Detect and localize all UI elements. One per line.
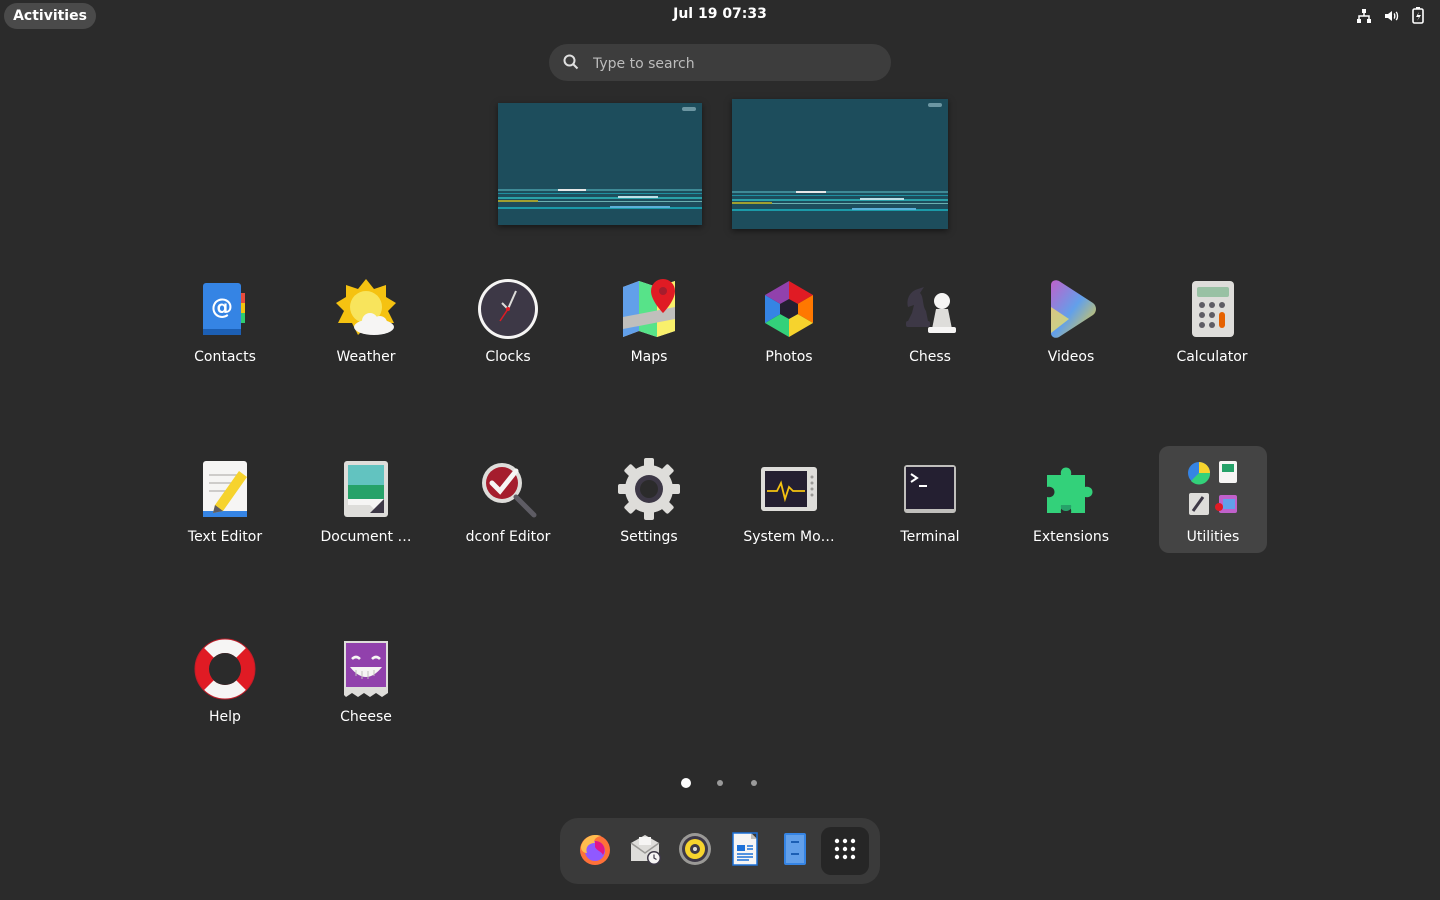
document-viewer-icon bbox=[334, 457, 398, 521]
cheese-icon bbox=[334, 637, 398, 701]
clocks-icon bbox=[476, 277, 540, 341]
app-label: Calculator bbox=[1176, 349, 1248, 365]
app-dconf-editor[interactable]: dconf Editor bbox=[454, 446, 562, 553]
show-apps-button[interactable] bbox=[821, 827, 869, 875]
app-label: Maps bbox=[630, 349, 668, 365]
workspace-logo bbox=[928, 103, 942, 107]
battery-icon[interactable] bbox=[1412, 7, 1424, 24]
app-label: Terminal bbox=[900, 529, 960, 545]
videos-icon bbox=[1039, 277, 1103, 341]
clock-button[interactable]: Jul 19 07:33 bbox=[673, 6, 767, 22]
rhythmbox-icon bbox=[677, 831, 713, 871]
mail-icon bbox=[627, 831, 663, 871]
terminal-icon bbox=[898, 457, 962, 521]
app-settings[interactable]: Settings bbox=[595, 446, 703, 553]
utilities-folder-icon bbox=[1181, 457, 1245, 521]
app-clocks[interactable]: Clocks bbox=[454, 266, 562, 373]
app-weather[interactable]: Weather bbox=[312, 266, 420, 373]
app-label: Settings bbox=[620, 529, 678, 545]
dash bbox=[560, 818, 880, 884]
dock-rhythmbox[interactable] bbox=[671, 827, 719, 875]
app-label: Videos bbox=[1047, 349, 1095, 365]
search-icon bbox=[563, 54, 579, 74]
show-apps-icon bbox=[833, 837, 857, 865]
extensions-icon bbox=[1039, 457, 1103, 521]
page-indicator-2[interactable] bbox=[717, 780, 723, 786]
app-label: Cheese bbox=[340, 709, 392, 725]
calculator-icon bbox=[1180, 277, 1244, 341]
app-chess[interactable]: Chess bbox=[876, 266, 984, 373]
help-icon bbox=[193, 637, 257, 701]
app-label: Extensions bbox=[1032, 529, 1110, 545]
app-label: Utilities bbox=[1186, 529, 1240, 545]
page-indicator-3[interactable] bbox=[751, 780, 757, 786]
photos-icon bbox=[757, 277, 821, 341]
app-label: Contacts bbox=[194, 349, 256, 365]
app-cheese[interactable]: Cheese bbox=[312, 626, 420, 733]
app-photos[interactable]: Photos bbox=[735, 266, 843, 373]
app-label: Chess bbox=[909, 349, 951, 365]
app-label: Document … bbox=[320, 529, 412, 545]
dock-writer[interactable] bbox=[721, 827, 769, 875]
app-maps[interactable]: Maps bbox=[595, 266, 703, 373]
search-bar[interactable] bbox=[549, 44, 891, 83]
app-label: Text Editor bbox=[187, 529, 263, 545]
dock-files[interactable] bbox=[771, 827, 819, 875]
writer-icon bbox=[727, 831, 763, 871]
contacts-icon: @ bbox=[193, 277, 257, 341]
workspace-thumbnail-2[interactable] bbox=[732, 99, 948, 229]
app-help[interactable]: Help bbox=[171, 626, 279, 733]
app-text-editor[interactable]: Text Editor bbox=[171, 446, 279, 553]
app-label: Weather bbox=[336, 349, 396, 365]
app-terminal[interactable]: Terminal bbox=[876, 446, 984, 553]
page-indicator-1[interactable] bbox=[681, 778, 691, 788]
network-icon[interactable] bbox=[1356, 8, 1372, 24]
settings-icon bbox=[617, 457, 681, 521]
app-videos[interactable]: Videos bbox=[1017, 266, 1125, 373]
clock: Jul 19 07:33 bbox=[0, 6, 1440, 22]
workspace-thumbnail-1[interactable] bbox=[498, 103, 702, 225]
maps-icon bbox=[617, 277, 681, 341]
app-label: Photos bbox=[765, 349, 813, 365]
activities-button[interactable]: Activities bbox=[4, 3, 96, 29]
search-input[interactable] bbox=[591, 44, 885, 83]
chess-icon bbox=[898, 277, 962, 341]
dock-firefox[interactable] bbox=[571, 827, 619, 875]
firefox-icon bbox=[577, 831, 613, 871]
app-label: dconf Editor bbox=[465, 529, 551, 545]
workspace-logo bbox=[682, 107, 696, 111]
system-monitor-icon bbox=[757, 457, 821, 521]
app-extensions[interactable]: Extensions bbox=[1017, 446, 1125, 553]
app-folder-utilities[interactable]: Utilities bbox=[1159, 446, 1267, 553]
app-label: System Mo… bbox=[743, 529, 835, 545]
files-icon bbox=[777, 831, 813, 871]
app-label: Clocks bbox=[485, 349, 531, 365]
dock-mail[interactable] bbox=[621, 827, 669, 875]
app-label: Help bbox=[209, 709, 241, 725]
app-system-monitor[interactable]: System Mo… bbox=[735, 446, 843, 553]
app-contacts[interactable]: @ Contacts bbox=[171, 266, 279, 373]
app-document-viewer[interactable]: Document … bbox=[312, 446, 420, 553]
weather-icon bbox=[334, 277, 398, 341]
text-editor-icon bbox=[193, 457, 257, 521]
dconf-editor-icon bbox=[476, 457, 540, 521]
volume-icon[interactable] bbox=[1384, 8, 1400, 24]
svg-text:@: @ bbox=[211, 295, 233, 320]
app-calculator[interactable]: Calculator bbox=[1158, 266, 1266, 373]
top-bar: Activities Jul 19 07:33 bbox=[0, 0, 1440, 31]
system-tray[interactable] bbox=[1356, 7, 1424, 24]
